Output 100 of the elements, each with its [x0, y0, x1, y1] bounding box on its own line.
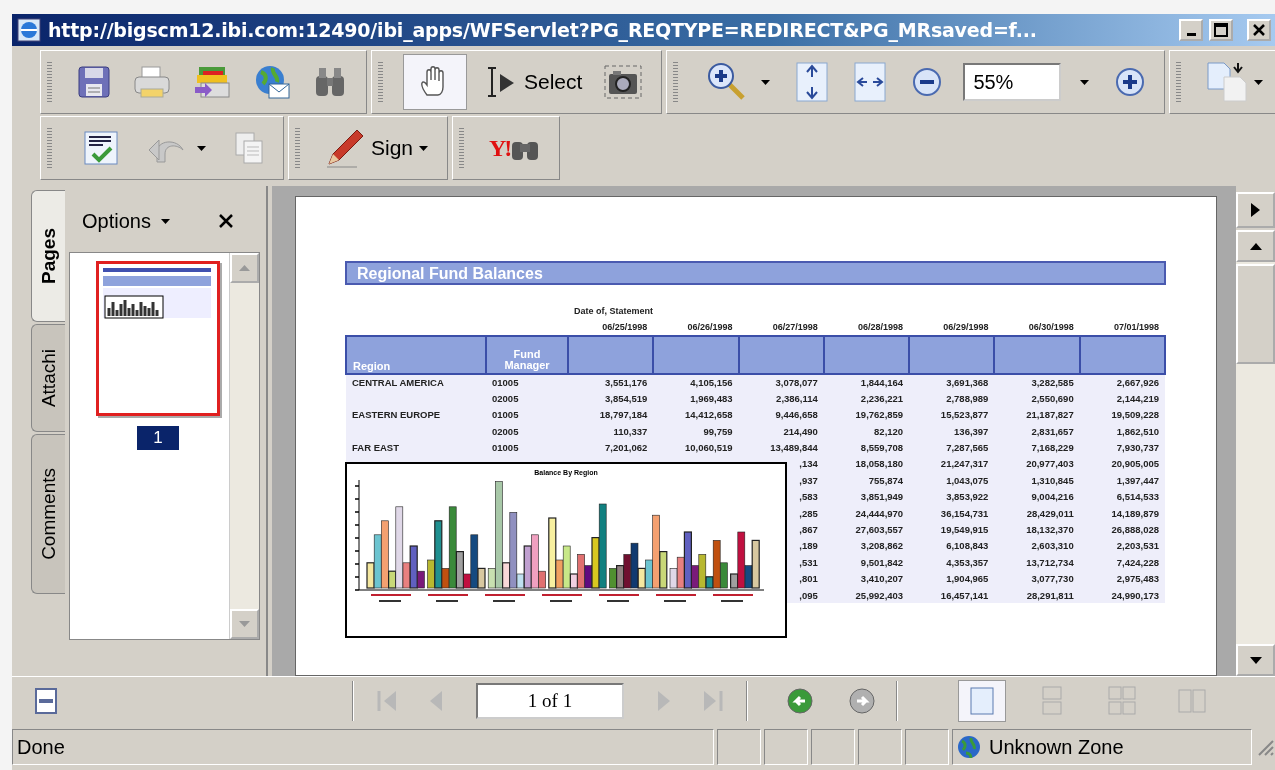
table-cell: 4,105,156 [690, 376, 733, 388]
table-cell: 27,603,557 [855, 524, 904, 535]
security-zone-label: Unknown Zone [989, 735, 1124, 759]
caret-icon [197, 145, 206, 151]
minimize-button[interactable] [1179, 19, 1203, 41]
side-tab[interactable]: Attachi [31, 324, 65, 432]
hand-tool-button[interactable] [403, 54, 467, 110]
table-cell: 136,397 [954, 425, 989, 437]
scrollbar[interactable] [229, 253, 259, 639]
caret-icon [160, 218, 170, 224]
table-cell: 2,788,989 [946, 392, 989, 404]
view-mode-button[interactable] [958, 679, 1006, 722]
table-cell: 2,144,219 [1116, 392, 1159, 404]
maximize-button[interactable] [1209, 19, 1233, 41]
date-header: 06/29/1998 [943, 321, 989, 332]
table-super-header: Date of, Statement [574, 306, 653, 317]
status-pane [811, 729, 855, 765]
table-cell: 28,429,011 [1026, 507, 1074, 519]
table-cell: 3,282,585 [1031, 376, 1074, 388]
caret-icon [419, 145, 429, 151]
page-layout-icon[interactable] [1206, 61, 1249, 103]
table-cell: 13,489,844 [770, 442, 818, 454]
table-cell: 3,853,922 [946, 491, 989, 503]
table-cell: ,189 [799, 540, 818, 552]
table-cell: 14,189,879 [1111, 507, 1159, 519]
page-number-field[interactable]: 1 of 1 [476, 682, 624, 719]
scrollbar[interactable] [1236, 230, 1275, 676]
window-title: http://bigscm12.ibi.com:12490/ibi_apps/WFServlet?PG_REQTYPE=REDIRECT&PG_MRsaved=f... [48, 19, 1038, 41]
table-cell: 02005 [492, 392, 519, 404]
table-cell: 2,550,690 [1031, 392, 1074, 404]
table-cell: 1,862,510 [1116, 425, 1159, 437]
up-arrow-icon [1249, 242, 1262, 250]
table-cell: 3,077,730 [1031, 573, 1074, 585]
date-header: 06/26/1998 [687, 321, 733, 332]
globe-icon [957, 735, 981, 759]
table-cell: 2,386,114 [776, 392, 818, 404]
expand-button[interactable] [1236, 192, 1275, 228]
page-icon[interactable] [34, 686, 58, 715]
status-pane [764, 729, 808, 765]
table-cell: 2,203,531 [1116, 540, 1159, 552]
table-cell: 2,831,657 [1031, 425, 1074, 437]
table-cell: 19,762,859 [855, 409, 904, 421]
side-tab[interactable]: Pages [31, 190, 65, 322]
table-cell: 10,060,519 [685, 442, 733, 454]
table-cell: 21,247,317 [940, 458, 989, 470]
table-cell: 18,797,184 [599, 409, 648, 421]
date-header: 06/25/1998 [602, 321, 648, 332]
table-cell: 01005 [492, 409, 519, 421]
table-cell: 3,691,368 [946, 376, 989, 388]
table-cell: 01005 [492, 442, 519, 454]
close-icon[interactable] [217, 213, 234, 229]
zoom-field[interactable]: 55% [963, 63, 1062, 101]
table-cell: 1,310,845 [1031, 474, 1074, 486]
status-pane [905, 729, 949, 765]
status-pane [858, 729, 902, 765]
close-button[interactable] [1247, 19, 1271, 41]
options-menu-button[interactable]: Options [77, 206, 175, 236]
table-cell: CENTRAL AMERICA [352, 376, 444, 388]
sign-button[interactable]: Sign [320, 125, 434, 171]
table-cell: 28,291,811 [1026, 589, 1074, 601]
table-cell: 24,444,970 [855, 507, 904, 519]
table-cell: 9,004,216 [1031, 491, 1074, 503]
scrollbar-thumb[interactable] [1236, 264, 1275, 364]
down-arrow-icon [239, 621, 250, 627]
table-cell: 7,168,229 [1031, 442, 1074, 454]
right-arrow-icon [1251, 203, 1260, 217]
pen-icon[interactable] [325, 128, 365, 168]
page-thumbnail[interactable] [96, 261, 220, 416]
table-cell: 3,551,176 [605, 376, 648, 388]
table-cell: 7,287,565 [946, 442, 989, 454]
table-cell: 7,201,062 [605, 442, 648, 454]
select-tool-button[interactable]: Select [479, 62, 588, 102]
table-cell: 3,078,077 [775, 376, 818, 388]
table-cell: 24,990,173 [1111, 589, 1159, 601]
table-cell: 2,975,483 [1116, 573, 1159, 585]
table-cell: 26,888,028 [1111, 524, 1159, 535]
table-cell: FAR EAST [352, 442, 399, 454]
date-header: 07/01/1998 [1113, 321, 1159, 332]
table-cell: 18,058,180 [855, 458, 904, 470]
status-pane [717, 729, 761, 765]
table-cell: ,285 [799, 507, 818, 519]
report-title: Regional Fund Balances [345, 261, 1166, 285]
table-cell: 9,446,658 [775, 409, 818, 421]
table-cell: 1,904,965 [946, 573, 989, 585]
single-page-view-icon [967, 685, 997, 716]
table-cell: ,531 [799, 556, 818, 568]
browser-icon [16, 17, 42, 43]
table-cell: 15,523,877 [940, 409, 989, 421]
table-cell: ,867 [799, 524, 818, 535]
table-cell: 1,397,447 [1116, 474, 1159, 486]
date-header: 06/30/1998 [1028, 321, 1074, 332]
table-cell: 3,410,207 [860, 573, 904, 585]
date-header: 06/28/1998 [858, 321, 904, 332]
caret-icon [761, 79, 771, 85]
table-cell: 19,509,228 [1111, 409, 1159, 421]
table-cell: 2,603,310 [1031, 540, 1074, 552]
side-tab[interactable]: Comments [31, 434, 65, 594]
table-cell: 25,992,403 [855, 589, 904, 601]
table-cell: 36,154,731 [940, 507, 989, 519]
table-cell: 3,854,519 [605, 392, 648, 404]
